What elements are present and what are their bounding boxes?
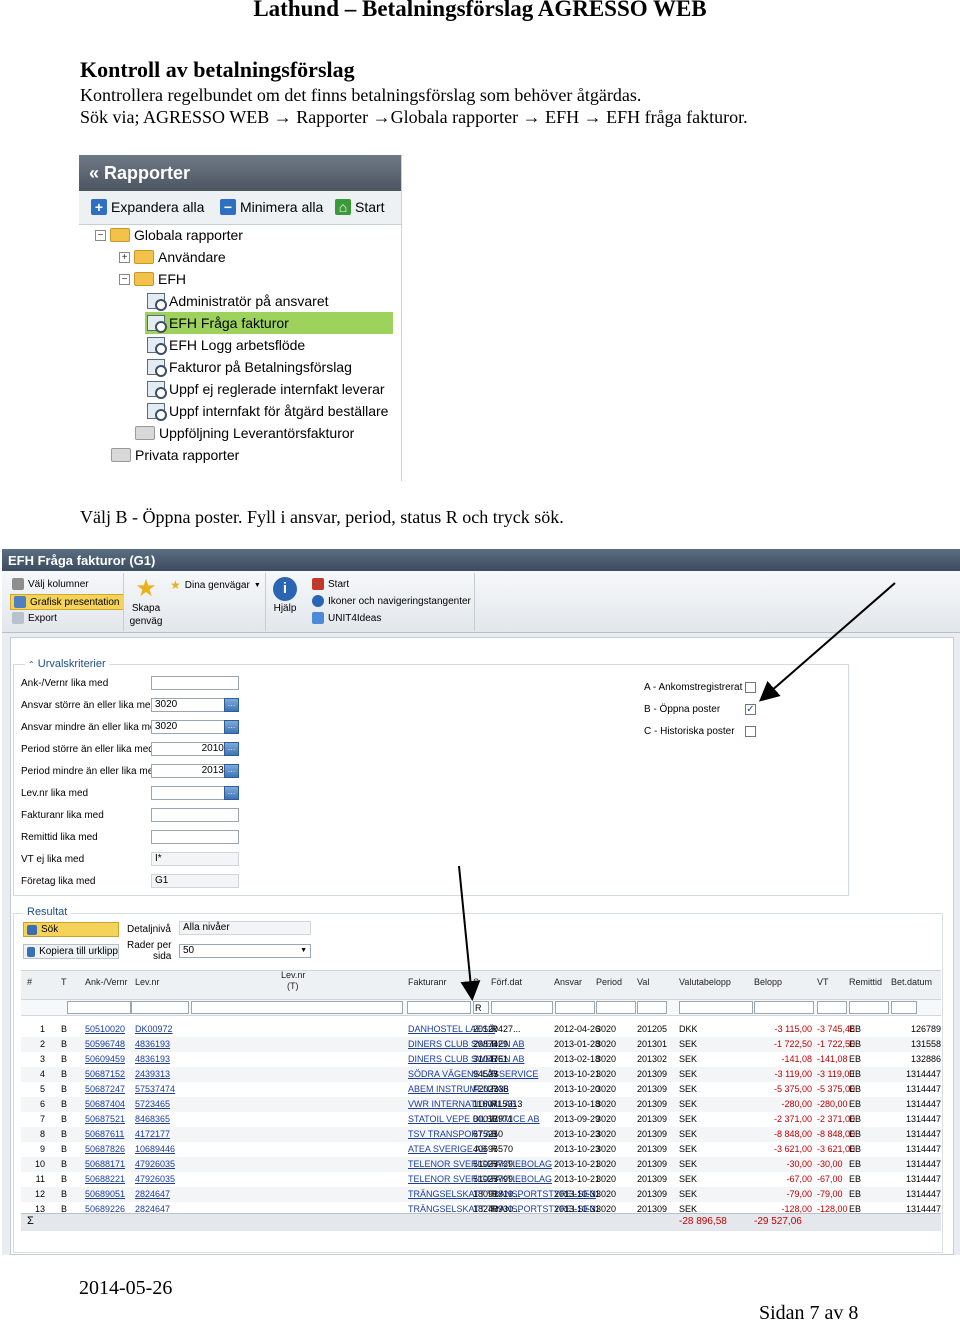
report-search-icon (147, 337, 167, 355)
expand-icon[interactable]: + (119, 251, 130, 263)
tree-label: Privata rapporter (135, 447, 240, 463)
tree-label: Fakturor på Betalningsförslag (169, 359, 352, 375)
tree-label: EFH Logg arbetsflöde (169, 337, 306, 353)
minimize-all-label: Minimera alla (240, 199, 324, 215)
collapse-icon[interactable]: − (95, 229, 106, 241)
footer-page-number: Sidan 7 av 8 (759, 1302, 859, 1324)
tree-report-item-selected[interactable]: EFH Fråga fakturor (145, 312, 393, 334)
report-search-icon (147, 315, 167, 333)
start-button[interactable]: ⌂ Start (335, 199, 385, 215)
tree-report-item[interactable]: Uppf ej reglerade internfakt leverar (147, 379, 385, 399)
annotation-arrows (458, 582, 896, 1001)
tree-globala-rapporter[interactable]: − Globala rapporter (95, 225, 243, 245)
tree-anvandare[interactable]: + Användare (119, 247, 226, 267)
arrow-to-status-filter (458, 865, 481, 1001)
tree-label: Globala rapporter (134, 227, 243, 243)
tree-label: Administratör på ansvaret (169, 293, 329, 309)
instruction-text: Välj B - Öppna poster. Fyll i ansvar, pe… (80, 507, 564, 527)
report-search-icon (147, 381, 167, 399)
folder-icon (111, 448, 131, 462)
plus-icon: + (91, 199, 107, 215)
folder-icon (135, 426, 155, 440)
tree-label: Användare (158, 249, 226, 265)
tree-label: EFH Fråga fakturor (169, 315, 289, 331)
tree-label: Uppf ej reglerade internfakt leverar (169, 381, 385, 397)
start-label: Start (355, 199, 385, 215)
report-search-icon (147, 403, 167, 421)
minus-icon: − (220, 199, 236, 215)
tree-report-item[interactable]: Fakturor på Betalningsförslag (147, 357, 352, 377)
expand-all-label: Expandera alla (111, 199, 205, 215)
rapporter-toolbar: + Expandera alla − Minimera alla ⌂ Start (79, 191, 401, 225)
tree-efh[interactable]: − EFH (119, 269, 186, 289)
arrow-to-option-b (758, 582, 896, 702)
report-search-icon (147, 293, 167, 311)
tree-uppfoljning[interactable]: Uppföljning Leverantörsfakturor (135, 423, 354, 443)
agresso-window: EFH Fråga fakturor (G1) Välj kolumner Gr… (2, 549, 960, 1255)
tree-privata[interactable]: Privata rapporter (111, 445, 239, 465)
tree-report-item[interactable]: Uppf internfakt för åtgärd beställare (147, 401, 388, 421)
tree-report-item[interactable]: Administratör på ansvaret (147, 291, 329, 311)
folder-icon (110, 228, 130, 242)
tree-report-item[interactable]: EFH Logg arbetsflöde (147, 335, 305, 355)
folder-icon (134, 272, 154, 286)
rapporter-panel: « Rapporter + Expandera alla − Minimera … (79, 155, 402, 481)
section-title: Kontroll av betalningsförslag (80, 57, 355, 82)
report-search-icon (147, 359, 167, 377)
folder-icon (134, 250, 154, 264)
collapse-icon[interactable]: − (119, 273, 130, 285)
footer-date: 2014-05-26 (79, 1277, 173, 1299)
body-text-line-2: Sök via; AGRESSO WEB → Rapporter →Global… (80, 107, 748, 127)
home-icon: ⌂ (335, 199, 351, 215)
document-header: Lathund – Betalningsförslag AGRESSO WEB (253, 0, 707, 21)
rapporter-header[interactable]: « Rapporter (79, 155, 401, 191)
tree-label: EFH (158, 271, 186, 287)
expand-all-button[interactable]: + Expandera alla (91, 199, 204, 215)
minimize-all-button[interactable]: − Minimera alla (220, 199, 323, 215)
tree-label: Uppf internfakt för åtgärd beställare (169, 403, 389, 419)
body-text-line-1: Kontrollera regelbundet om det finns bet… (80, 85, 642, 105)
tree-label: Uppföljning Leverantörsfakturor (159, 425, 355, 441)
